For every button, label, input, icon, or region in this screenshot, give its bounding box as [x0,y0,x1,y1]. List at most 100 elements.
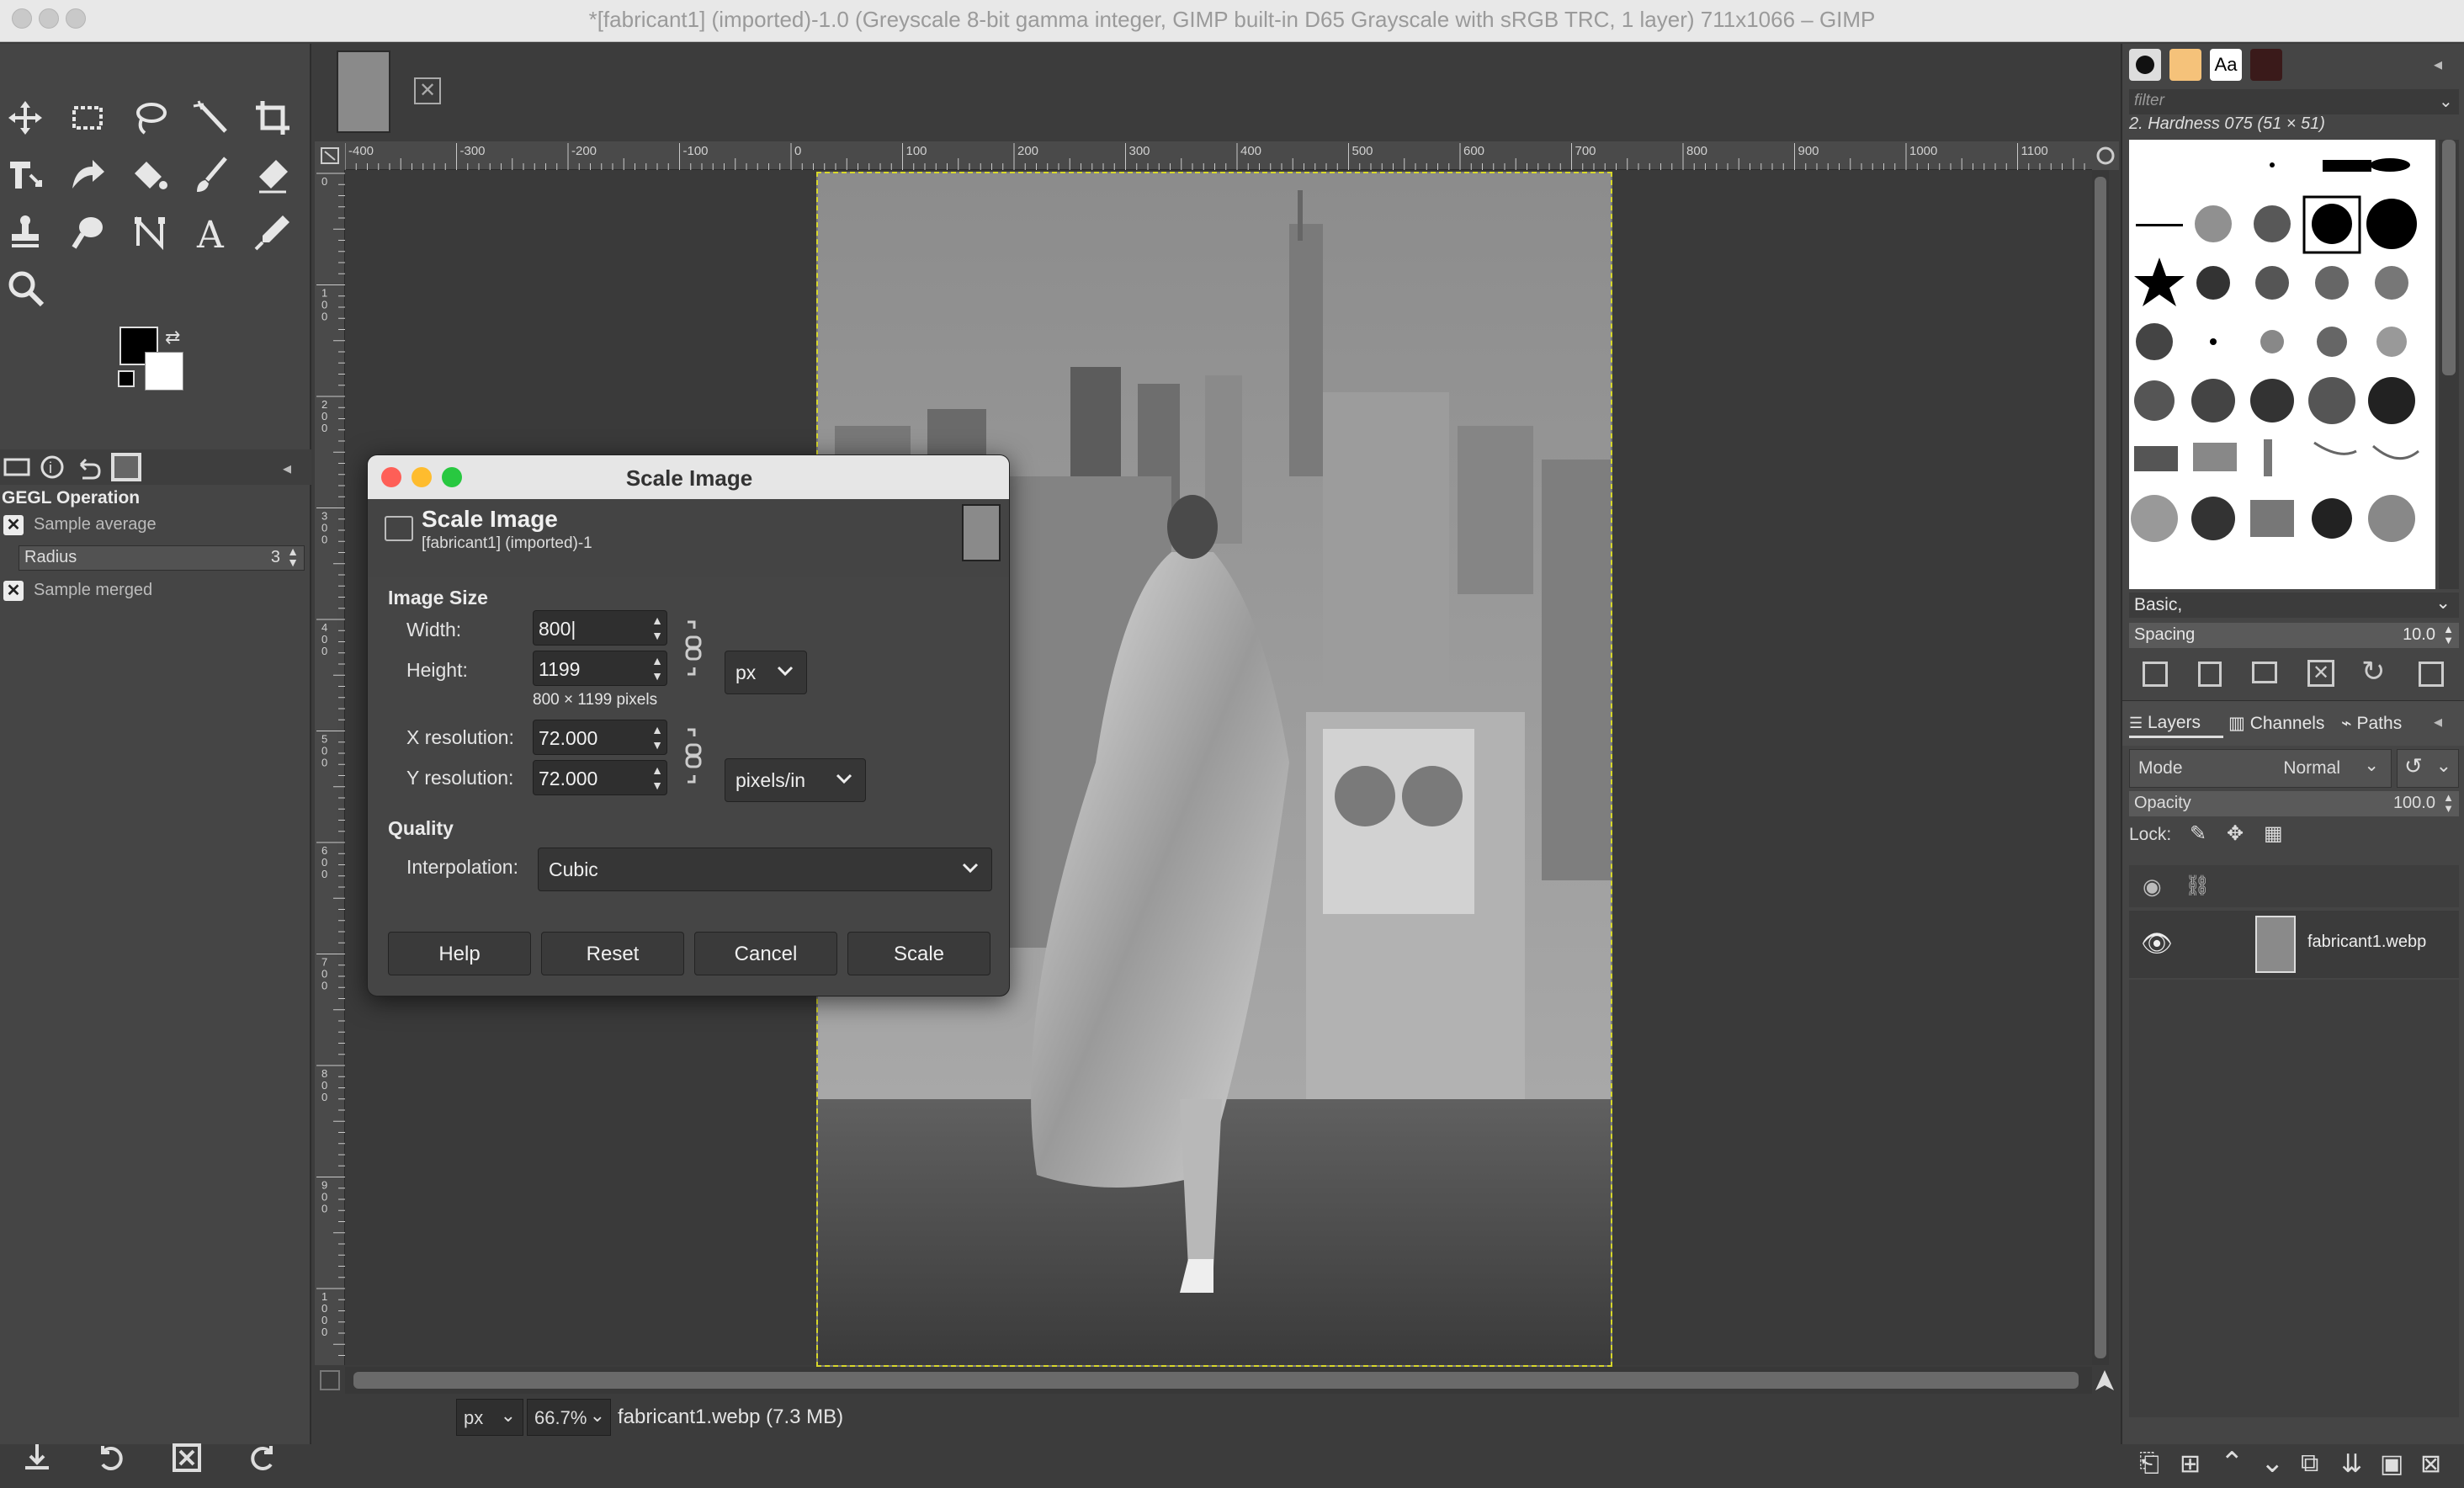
duplicate-brush-icon[interactable] [2252,662,2277,683]
brush-spacing-slider[interactable]: Spacing 10.0 ▲ ▼ [2129,623,2459,648]
images-tab-icon[interactable] [111,453,141,481]
quick-mask-toggle-icon[interactable] [320,1370,340,1390]
crop-tool-icon[interactable] [249,94,296,141]
help-button[interactable]: Help [388,932,531,975]
resolution-chain-icon[interactable] [684,728,703,784]
sample-merged-checkbox[interactable]: ✕ [3,581,24,601]
lower-layer-icon[interactable]: ⌄ [2260,1446,2285,1480]
brush-filter-input[interactable]: filter [2129,89,2459,114]
merge-layer-icon[interactable]: ⇊ [2341,1449,2362,1479]
chevron-down-icon[interactable]: ⌄ [2439,91,2453,112]
bucket-fill-tool-icon[interactable] [126,151,173,199]
horizontal-scrollbar[interactable] [345,1367,2092,1394]
zoom-select[interactable]: 66.7% ⌄ [527,1399,611,1436]
layer-mask-icon[interactable]: ▣ [2380,1449,2403,1479]
fuzzy-select-tool-icon[interactable] [189,94,236,141]
fonts-tab-icon[interactable]: Aa [2210,49,2242,81]
scale-button[interactable]: Scale [847,932,990,975]
brushes-tab-icon[interactable] [2129,49,2161,81]
transform-tool-icon[interactable] [2,151,49,199]
resolution-unit-select[interactable]: pixels/in [725,758,866,802]
rect-select-tool-icon[interactable] [64,94,111,141]
configure-tab-icon[interactable]: ◂ [2434,711,2442,732]
raise-layer-icon[interactable]: ⌃ [2220,1446,2244,1480]
new-layer-group-icon[interactable]: ⎗ [2139,1449,2159,1478]
background-color-swatch[interactable] [145,352,183,391]
height-spin-icon[interactable]: ▲ ▼ [651,653,663,683]
x-resolution-input[interactable]: 72.000 ▲ ▼ [533,720,667,755]
configure-tab-icon[interactable]: ◂ [283,458,291,479]
new-layer-icon[interactable]: ⊞ [2180,1449,2201,1479]
zoom-tool-icon[interactable] [2,264,49,311]
layer-mode-select[interactable]: Mode Normal ⌄ [2129,749,2392,788]
tab-channels[interactable]: ▥ Channels [2228,709,2338,738]
lasso-tool-icon[interactable] [126,94,173,141]
warp-tool-icon[interactable] [64,151,111,199]
spacing-spin-icon[interactable]: ▲ ▼ [2443,624,2454,646]
device-status-tab-icon[interactable] [2,453,32,481]
delete-brush-icon[interactable]: ✕ [2307,660,2334,687]
vertical-ruler[interactable]: 01002003004005006007008009001000 [315,170,345,1390]
brush-preset-select[interactable]: Basic, ⌄ [2129,593,2459,618]
paintbrush-tool-icon[interactable] [189,151,236,199]
sample-average-option[interactable]: ✕ Sample average [0,512,310,540]
unit-select[interactable]: px ⌄ [456,1399,523,1436]
document-history-tab-icon[interactable] [2250,49,2282,81]
quick-mask-corner-icon[interactable] [315,141,345,170]
image-tab-thumbnail[interactable] [337,50,390,133]
duplicate-layer-icon[interactable]: ⧉ [2301,1449,2318,1478]
undo-history-tab-icon[interactable] [72,453,103,481]
new-brush-icon[interactable] [2198,662,2222,687]
chain-link-icon[interactable] [684,620,703,676]
vertical-scrollbar[interactable] [2092,170,2109,1365]
brush-scrollbar[interactable] [2439,140,2459,589]
height-input[interactable]: 1199 ▲ ▼ [533,651,667,686]
radius-slider[interactable]: Radius 3 ▲ ▼ [19,545,305,571]
reset-button[interactable]: Reset [541,932,684,975]
default-colors-icon[interactable] [118,370,135,387]
y-resolution-spin-icon[interactable]: ▲ ▼ [651,763,663,793]
refresh-brushes-icon[interactable]: ↻ [2361,655,2386,688]
lock-alpha-icon[interactable]: ▦ [2264,822,2283,845]
composite-mode-select[interactable]: ↺ ⌄ [2397,749,2459,788]
save-options-icon[interactable] [20,1441,54,1475]
tab-paths[interactable]: ⌁ Paths [2341,709,2422,738]
delete-options-icon[interactable] [170,1441,204,1475]
lock-position-icon[interactable]: ✥ [2227,822,2244,845]
interpolation-select[interactable]: Cubic [538,848,992,891]
configure-tab-icon[interactable]: ◂ [2434,54,2442,75]
radius-spin-icon[interactable]: ▲ ▼ [287,545,299,568]
smudge-tool-icon[interactable] [64,209,111,256]
width-input[interactable]: 800| ▲ ▼ [533,610,667,646]
clone-tool-icon[interactable] [2,209,49,256]
open-brush-as-image-icon[interactable] [2419,662,2444,687]
sample-merged-option[interactable]: ✕ Sample merged [0,577,310,606]
opacity-spin-icon[interactable]: ▲ ▼ [2443,792,2454,814]
close-image-tab-icon[interactable]: ✕ [414,77,441,104]
sample-average-checkbox[interactable]: ✕ [3,515,24,535]
tab-layers[interactable]: ☰ Layers [2129,709,2223,738]
delete-layer-icon[interactable]: ⊠ [2420,1449,2441,1479]
brush-grid[interactable] [2129,140,2435,589]
navigate-icon[interactable] [2092,141,2119,170]
move-tool-icon[interactable] [2,94,49,141]
reset-options-icon[interactable] [246,1441,279,1475]
lock-pixels-icon[interactable]: ✎ [2190,822,2206,845]
layer-row[interactable]: 👁 fabricant1.webp [2129,911,2459,978]
restore-options-icon[interactable] [94,1441,128,1475]
edit-brush-icon[interactable] [2143,662,2168,687]
cancel-button[interactable]: Cancel [694,932,837,975]
layer-name[interactable]: fabricant1.webp [2307,933,2426,952]
horizontal-ruler[interactable]: -400 -300 -200 -100 0 100 200 300 400 500 600 700 80… [344,141,2119,170]
paths-tool-icon[interactable] [126,209,173,256]
eraser-tool-icon[interactable] [249,151,296,199]
layer-opacity-slider[interactable]: Opacity 100.0 ▲ ▼ [2129,791,2459,816]
text-tool-icon[interactable]: A [189,209,236,256]
eye-icon[interactable]: 👁 [2141,929,2173,959]
swap-colors-icon[interactable]: ⇄ [165,327,180,348]
patterns-tab-icon[interactable] [2169,49,2201,81]
tool-options-tab-icon[interactable]: i [37,453,67,481]
y-resolution-input[interactable]: 72.000 ▲ ▼ [533,760,667,795]
width-spin-icon[interactable]: ▲ ▼ [651,613,663,643]
x-resolution-spin-icon[interactable]: ▲ ▼ [651,722,663,752]
